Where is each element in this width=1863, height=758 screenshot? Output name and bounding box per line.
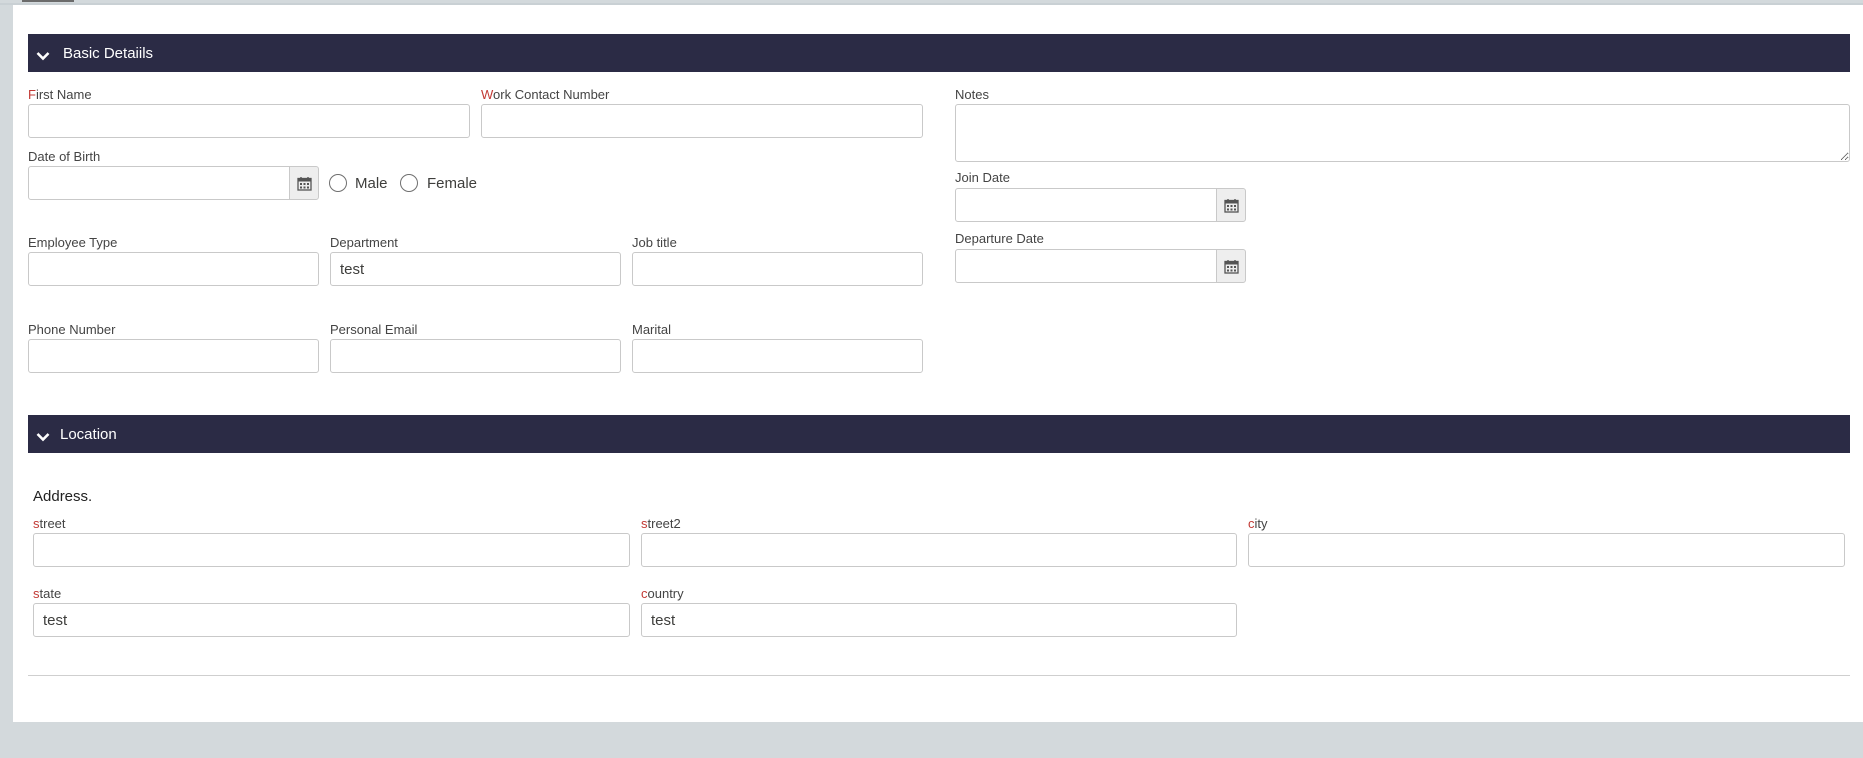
section-header-basic-details[interactable]: Basic Detaiils <box>28 34 1850 72</box>
section-header-location[interactable]: Location <box>28 415 1850 453</box>
city-label: city <box>1248 516 1268 531</box>
state-label: state <box>33 586 62 601</box>
marital-input[interactable] <box>632 339 923 373</box>
job-title-input[interactable] <box>632 252 923 286</box>
first-name-label: First Name <box>28 87 92 102</box>
section-title: Basic Detaiils <box>63 44 154 62</box>
date-of-birth-label: Date of Birth <box>28 149 101 164</box>
job-title-label: Job title <box>632 235 677 250</box>
calendar-icon[interactable] <box>289 166 319 200</box>
first-name-input[interactable] <box>28 104 470 138</box>
personal-email-input[interactable] <box>330 339 621 373</box>
notes-textarea[interactable] <box>955 104 1850 162</box>
departure-date-label: Departure Date <box>955 231 1044 246</box>
city-input[interactable] <box>1248 533 1845 567</box>
department-label: Department <box>330 235 398 250</box>
address-heading: Address. <box>33 488 93 505</box>
marital-label: Marital <box>632 322 672 337</box>
street2-input[interactable] <box>641 533 1237 567</box>
date-of-birth-picker <box>28 166 319 200</box>
female-radio[interactable] <box>400 174 418 192</box>
calendar-icon[interactable] <box>1216 249 1246 283</box>
personal-email-label: Personal Email <box>330 322 418 337</box>
female-radio-label: Female <box>427 175 478 192</box>
male-radio-label: Male <box>355 175 388 192</box>
street-input[interactable] <box>33 533 630 567</box>
date-of-birth-input[interactable] <box>28 166 291 200</box>
notes-label: Notes <box>955 87 989 102</box>
employee-type-label: Employee Type <box>28 235 118 250</box>
section-divider <box>28 675 1850 676</box>
section-title: Location <box>60 425 117 443</box>
join-date-input[interactable] <box>955 188 1218 222</box>
work-contact-number-input[interactable] <box>481 104 923 138</box>
active-tab-indicator <box>22 0 74 2</box>
calendar-icon[interactable] <box>1216 188 1246 222</box>
street-label: street <box>33 516 66 531</box>
chevron-down-icon <box>36 48 50 61</box>
work-contact-number-label: Work Contact Number <box>481 87 610 102</box>
state-input[interactable] <box>33 603 630 637</box>
join-date-picker <box>955 188 1246 222</box>
country-input[interactable] <box>641 603 1237 637</box>
phone-number-label: Phone Number <box>28 322 116 337</box>
phone-number-input[interactable] <box>28 339 319 373</box>
male-radio[interactable] <box>329 174 347 192</box>
departure-date-input[interactable] <box>955 249 1218 283</box>
chevron-down-icon <box>36 429 50 442</box>
employee-type-input[interactable] <box>28 252 319 286</box>
join-date-label: Join Date <box>955 170 1010 185</box>
street2-label: street2 <box>641 516 681 531</box>
departure-date-picker <box>955 249 1246 283</box>
country-label: country <box>641 586 684 601</box>
department-input[interactable] <box>330 252 621 286</box>
